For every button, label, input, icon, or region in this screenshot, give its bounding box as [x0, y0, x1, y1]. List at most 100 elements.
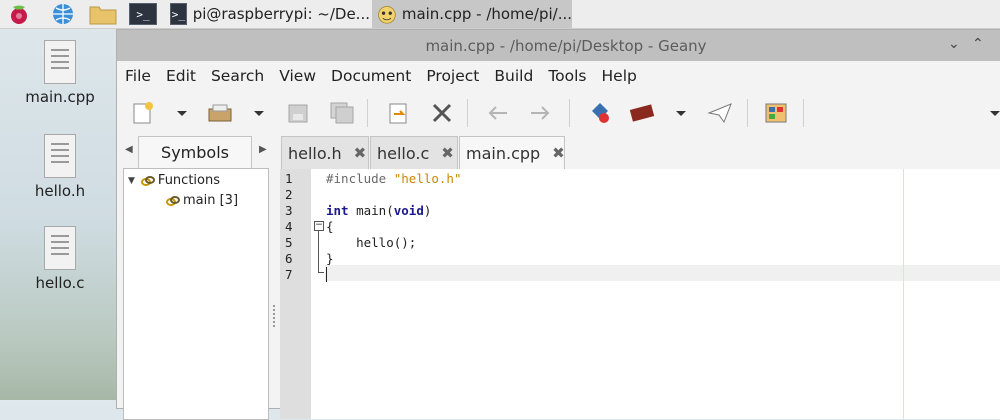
menu-document[interactable]: Document — [331, 67, 411, 85]
task-label: pi@raspberrypi: ~/De... — [192, 5, 370, 23]
taskbar-task-terminal[interactable]: >_ pi@raspberrypi: ~/De... — [170, 0, 370, 28]
color-chooser-icon[interactable] — [763, 101, 789, 125]
menu-project[interactable]: Project — [426, 67, 479, 85]
task-label: main.cpp - /home/pi/... — [401, 5, 572, 23]
desktop-icon-hello-c[interactable]: hello.c — [14, 226, 106, 292]
identifier-token: main( — [356, 203, 394, 218]
raspberry-menu-icon[interactable] — [4, 1, 34, 27]
revert-icon[interactable] — [385, 101, 411, 125]
code-line-6: } — [326, 251, 334, 266]
window-title: main.cpp - /home/pi/Desktop - Geany — [425, 36, 707, 55]
geany-window: main.cpp - /home/pi/Desktop - Geany ✕ Fi… — [116, 29, 1000, 420]
editor-tab-label: hello.c — [377, 143, 430, 163]
editor-tab-label: hello.h — [288, 143, 342, 163]
line-number: 2 — [285, 187, 293, 202]
sidebar-tabs: ◀ Symbols ▶ — [123, 136, 273, 168]
desktop-icon-label: hello.h — [34, 182, 86, 200]
line-number: 3 — [285, 203, 293, 218]
menu-tools[interactable]: Tools — [548, 67, 586, 85]
terminal-icon: >_ — [170, 3, 187, 25]
pane-resize-handle[interactable] — [273, 305, 278, 327]
long-line-marker — [903, 169, 904, 419]
tab-scroll-left-icon[interactable]: ◀ — [125, 144, 133, 155]
keyword-token: void — [393, 203, 424, 218]
minimize-icon[interactable]: ⌄ — [948, 36, 960, 52]
tab-label: Symbols — [161, 143, 229, 162]
forward-arrow-icon[interactable] — [527, 101, 553, 125]
document-icon — [44, 134, 76, 178]
new-file-icon[interactable] — [130, 101, 156, 125]
document-icon — [44, 40, 76, 84]
terminal-icon[interactable]: >_ — [128, 1, 158, 27]
toolbar-overflow-icon[interactable] — [990, 111, 1000, 116]
string-token: "hello.h" — [393, 171, 462, 186]
editor-tab-hello-h[interactable]: hello.h ✖ — [281, 136, 369, 169]
current-line-highlight — [325, 265, 1000, 281]
close-icon[interactable]: ✖ — [552, 144, 565, 162]
back-arrow-icon[interactable] — [485, 101, 511, 125]
toolbar — [117, 91, 1000, 133]
close-file-icon[interactable] — [429, 101, 455, 125]
close-icon[interactable]: ✖ — [441, 144, 454, 162]
menubar: File Edit Search View Document Project B… — [117, 61, 1000, 91]
text-cursor — [326, 267, 327, 282]
fold-collapse-icon[interactable]: − — [314, 221, 324, 231]
line-number: 7 — [285, 267, 293, 282]
menu-search[interactable]: Search — [211, 67, 264, 85]
code-line-4: { — [326, 219, 334, 234]
tab-scroll-right-icon[interactable]: ▶ — [259, 144, 267, 155]
line-number: 6 — [285, 251, 293, 266]
document-icon — [44, 226, 76, 270]
tree-node-main[interactable]: main [3] — [166, 193, 238, 208]
paren-token: ) — [423, 203, 432, 218]
tree-label: Functions — [157, 173, 220, 188]
maximize-icon[interactable]: ⌃ — [972, 36, 984, 52]
open-file-icon[interactable] — [207, 101, 233, 125]
new-file-dropdown-icon[interactable] — [177, 111, 187, 116]
save-icon[interactable] — [285, 101, 311, 125]
desktop-icon-label: hello.c — [35, 274, 85, 292]
tab-symbols[interactable]: Symbols — [138, 136, 252, 168]
build-icon[interactable] — [629, 101, 655, 125]
menu-view[interactable]: View — [279, 67, 316, 85]
editor-tab-hello-c[interactable]: hello.c ✖ — [370, 136, 458, 169]
symbols-panel: ▼ Functions main [3] — [123, 168, 269, 420]
preprocessor-token: #include — [326, 171, 387, 186]
line-number: 1 — [285, 171, 293, 186]
desktop-icon-hello-h[interactable]: hello.h — [14, 134, 106, 200]
compile-icon[interactable] — [587, 101, 613, 125]
fold-line — [318, 231, 319, 273]
execute-icon[interactable] — [707, 101, 733, 125]
tree-label: main [3] — [183, 193, 239, 208]
menu-help[interactable]: Help — [602, 67, 637, 85]
folder-icon[interactable] — [88, 1, 118, 27]
build-dropdown-icon[interactable] — [676, 111, 686, 116]
open-file-dropdown-icon[interactable] — [254, 111, 264, 116]
keyword-token: int — [326, 203, 349, 218]
taskbar: >_ >_ pi@raspberrypi: ~/De... main.cpp -… — [0, 0, 1000, 29]
editor-tab-main-cpp[interactable]: main.cpp ✖ — [459, 136, 565, 169]
editor-tab-label: main.cpp — [466, 143, 541, 163]
fold-margin — [311, 169, 325, 419]
tree-node-functions[interactable]: ▼ Functions — [128, 173, 220, 188]
save-all-icon[interactable] — [329, 101, 355, 125]
close-icon[interactable]: ✖ — [354, 144, 367, 162]
desktop-icon-label: main.cpp — [25, 88, 95, 106]
window-titlebar[interactable]: main.cpp - /home/pi/Desktop - Geany ✕ — [117, 30, 1000, 61]
code-line-5: hello(); — [326, 235, 417, 250]
function-icon — [140, 175, 155, 186]
taskbar-task-geany[interactable]: main.cpp - /home/pi/... — [372, 0, 572, 28]
menu-build[interactable]: Build — [494, 67, 533, 85]
line-number: 5 — [285, 235, 293, 250]
menu-edit[interactable]: Edit — [166, 67, 196, 85]
expander-icon[interactable]: ▼ — [128, 176, 135, 186]
code-line-1: #include "hello.h" — [326, 171, 461, 186]
fold-end — [318, 272, 324, 273]
geany-icon — [378, 6, 396, 24]
globe-icon[interactable] — [48, 1, 78, 27]
menu-file[interactable]: File — [125, 67, 151, 85]
function-icon — [166, 195, 180, 206]
desktop-icon-main-cpp[interactable]: main.cpp — [14, 40, 106, 106]
line-number: 4 — [285, 219, 293, 234]
code-line-3: int main(void) — [326, 203, 431, 218]
